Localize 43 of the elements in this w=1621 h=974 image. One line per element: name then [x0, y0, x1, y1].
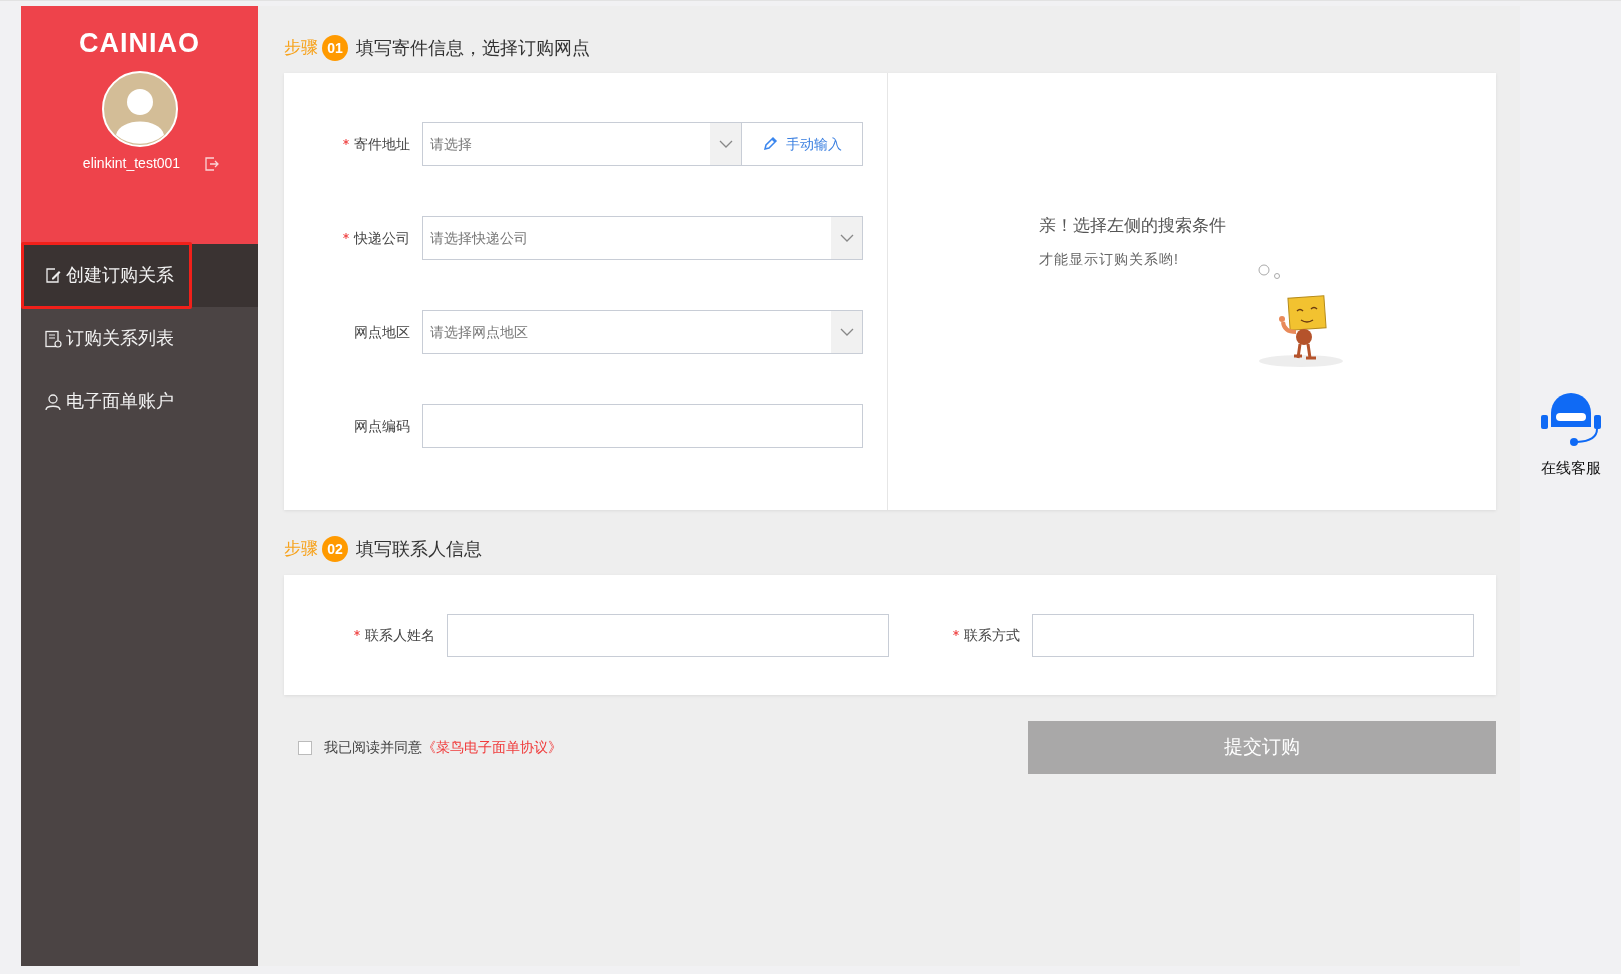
required-asterisk-icon	[354, 630, 360, 636]
brand-logo: CAINIAO	[79, 28, 200, 58]
select-field[interactable]: 请选择快递公司	[422, 216, 863, 260]
agreement-text: 我已阅读并同意《菜鸟电子面单协议》	[324, 738, 562, 757]
required-asterisk-icon	[343, 139, 349, 145]
avatar-icon	[101, 71, 178, 147]
document-icon	[44, 329, 62, 348]
input-field[interactable]	[447, 613, 889, 657]
step-label: 步骤	[284, 538, 318, 561]
sidebar-item[interactable]: 创建订购关系	[21, 244, 258, 307]
username: elinkint_test001	[82, 154, 181, 173]
required-asterisk-icon	[953, 630, 959, 636]
step-number-badge: 02	[322, 536, 348, 562]
input-field[interactable]	[422, 404, 863, 448]
dropdown-toggle[interactable]	[831, 217, 862, 259]
logout-icon[interactable]	[204, 155, 221, 172]
step-label: 步骤	[284, 37, 318, 60]
field-label: 寄件地址	[354, 134, 410, 154]
required-asterisk-icon	[343, 233, 349, 239]
field-label: 网点编码	[354, 416, 410, 436]
edit-icon	[44, 266, 62, 285]
empty-state-title: 亲！选择左侧的搜索条件	[1039, 215, 1226, 237]
step-number-badge: 01	[322, 35, 348, 61]
support-widget[interactable]: 在线客服	[1537, 391, 1604, 480]
sidebar-item[interactable]: 订购关系列表	[21, 307, 258, 370]
select-field[interactable]: 请选择网点地区	[422, 310, 863, 354]
manual-input-button[interactable]: 手动输入	[742, 122, 863, 166]
dropdown-toggle[interactable]	[710, 123, 741, 165]
step-title: 填写寄件信息，选择订购网点	[356, 36, 590, 60]
input-field[interactable]	[1032, 613, 1474, 657]
agreement-link[interactable]: 《菜鸟电子面单协议》	[422, 739, 562, 755]
dropdown-toggle[interactable]	[831, 311, 862, 353]
field-label: 联系人姓名	[365, 625, 435, 645]
empty-state-subtitle: 才能显示订购关系哟!	[1039, 249, 1180, 269]
checkbox[interactable]	[298, 740, 312, 755]
field-label: 联系方式	[964, 625, 1020, 645]
field-label: 网点地区	[354, 322, 410, 342]
user-icon	[44, 392, 62, 411]
select-field[interactable]: 请选择	[422, 122, 742, 166]
sidebar-item[interactable]: 电子面单账户	[21, 370, 258, 433]
field-label: 快递公司	[354, 228, 410, 248]
step-title: 填写联系人信息	[356, 537, 482, 561]
pencil-icon	[762, 136, 778, 152]
